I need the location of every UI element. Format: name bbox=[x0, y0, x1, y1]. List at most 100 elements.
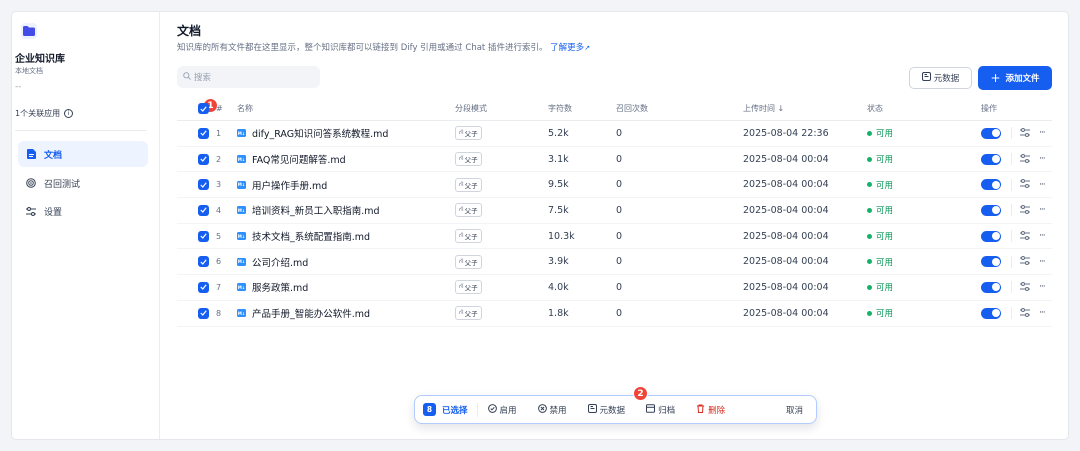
row-checkbox[interactable] bbox=[198, 198, 209, 223]
checkbox-checked-icon bbox=[198, 153, 209, 165]
chunk-mode-badge: ⛙ 父子 bbox=[455, 229, 482, 244]
sidebar-item-retrieval-test[interactable]: 召回测试 bbox=[18, 170, 148, 196]
more-icon[interactable]: ··· bbox=[1039, 205, 1046, 215]
status-dot-icon bbox=[867, 233, 872, 239]
settings-icon[interactable] bbox=[1020, 179, 1030, 190]
column-index: # bbox=[216, 104, 223, 113]
more-icon[interactable]: ··· bbox=[1039, 308, 1046, 318]
enable-toggle[interactable] bbox=[981, 281, 1001, 293]
row-actions: ··· bbox=[981, 121, 1046, 146]
row-checkbox[interactable] bbox=[198, 301, 209, 326]
archive-button[interactable]: 归档 bbox=[646, 403, 675, 416]
enable-toggle[interactable] bbox=[981, 230, 1001, 242]
parent-child-icon: ⛙ bbox=[459, 308, 464, 317]
row-checkbox[interactable] bbox=[198, 275, 209, 300]
settings-icon[interactable] bbox=[1020, 153, 1030, 165]
parent-child-icon: ⛙ bbox=[459, 154, 464, 163]
sidebar-item-label: 召回测试 bbox=[44, 179, 81, 190]
file-name-link[interactable]: M↓ 技术文档_系统配置指南.md bbox=[237, 224, 370, 249]
file-name-link[interactable]: M↓ 公司介绍.md bbox=[237, 249, 308, 274]
chunk-mode: ⛙ 父子 bbox=[455, 224, 482, 249]
row-checkbox[interactable] bbox=[198, 172, 209, 197]
learn-more-link[interactable]: 了解更多↗ bbox=[550, 43, 590, 53]
more-icon[interactable]: ··· bbox=[1039, 128, 1046, 138]
more-icon[interactable]: ··· bbox=[1039, 282, 1046, 292]
column-hits: 召回次数 bbox=[616, 104, 648, 113]
actions-divider bbox=[1011, 178, 1012, 191]
status-label: 可用 bbox=[876, 129, 894, 140]
checkbox-checked-icon bbox=[198, 281, 209, 293]
enable-toggle[interactable] bbox=[981, 204, 1001, 216]
enable-toggle[interactable] bbox=[981, 179, 1001, 191]
status-label: 可用 bbox=[876, 155, 894, 166]
row-checkbox[interactable] bbox=[198, 224, 209, 249]
sidebar-item-settings[interactable]: 设置 bbox=[18, 198, 148, 224]
add-file-button[interactable]: + 添加文件 bbox=[978, 66, 1052, 90]
row-checkbox[interactable] bbox=[198, 121, 209, 146]
status-dot-icon bbox=[867, 284, 872, 290]
file-name-link[interactable]: M↓ 培训资料_新员工入职指南.md bbox=[237, 198, 380, 223]
table-row[interactable]: 2 M↓ FAQ常见问题解答.md ⛙ 父子 3.1k 0 2025-08-04 … bbox=[177, 147, 1052, 173]
plus-icon: + bbox=[990, 71, 1001, 85]
status-label: 可用 bbox=[876, 309, 894, 320]
settings-icon[interactable] bbox=[1020, 127, 1030, 139]
enable-toggle[interactable] bbox=[981, 256, 1001, 268]
row-checkbox[interactable] bbox=[198, 249, 209, 274]
metadata-icon bbox=[921, 72, 931, 84]
table-row[interactable]: 5 M↓ 技术文档_系统配置指南.md ⛙ 父子 10.3k 0 2025-08-… bbox=[177, 224, 1052, 250]
settings-icon[interactable] bbox=[1020, 307, 1030, 319]
settings-icon[interactable] bbox=[1020, 204, 1030, 216]
more-icon[interactable]: ··· bbox=[1039, 257, 1046, 267]
enable-toggle[interactable] bbox=[981, 127, 1001, 139]
settings-icon[interactable] bbox=[1020, 230, 1030, 242]
file-name-link[interactable]: M↓ 服务政策.md bbox=[237, 275, 308, 300]
markdown-file-icon: M↓ bbox=[237, 129, 246, 138]
search-icon bbox=[183, 71, 191, 83]
select-all-checkbox[interactable] bbox=[198, 97, 209, 120]
batch-metadata-button[interactable]: 元数据 bbox=[587, 403, 625, 416]
file-name-link[interactable]: M↓ dify_RAG知识问答系统教程.md bbox=[237, 121, 388, 146]
settings-icon[interactable] bbox=[1020, 281, 1030, 293]
file-name-link[interactable]: M↓ 用户操作手册.md bbox=[237, 172, 327, 197]
external-link-icon: ↗ bbox=[584, 44, 591, 52]
column-chars: 字符数 bbox=[548, 104, 572, 113]
cancel-button[interactable]: 取消 bbox=[786, 404, 803, 416]
search-input[interactable]: 搜索 bbox=[177, 66, 320, 88]
more-icon[interactable]: ··· bbox=[1039, 231, 1046, 241]
linked-apps[interactable]: 1个关联应用 i bbox=[15, 108, 74, 119]
more-icon[interactable]: ··· bbox=[1039, 180, 1046, 190]
file-name-link[interactable]: M↓ 产品手册_智能办公软件.md bbox=[237, 301, 370, 326]
file-name-link[interactable]: M↓ FAQ常见问题解答.md bbox=[237, 147, 346, 172]
enable-button[interactable]: 启用 bbox=[487, 403, 517, 416]
row-index: 6 bbox=[216, 257, 222, 267]
sidebar-item-documents[interactable]: 文档 bbox=[18, 141, 148, 167]
actions-divider bbox=[1011, 307, 1012, 320]
actions-divider bbox=[1011, 281, 1012, 294]
row-actions: ··· bbox=[981, 198, 1046, 223]
column-uploaded[interactable]: 上传时间 ↓ bbox=[743, 97, 784, 120]
enable-toggle[interactable] bbox=[981, 153, 1001, 165]
status-badge: 可用 bbox=[867, 224, 893, 249]
info-icon[interactable]: i bbox=[64, 109, 74, 118]
metadata-button-label: 元数据 bbox=[933, 74, 960, 84]
chunk-mode-label: 父子 bbox=[464, 207, 478, 216]
markdown-file-icon: M↓ bbox=[237, 257, 246, 266]
table-row[interactable]: 1 M↓ dify_RAG知识问答系统教程.md ⛙ 父子 5.2k 0 2025… bbox=[177, 121, 1052, 147]
row-checkbox[interactable] bbox=[198, 147, 209, 172]
enable-toggle[interactable] bbox=[981, 307, 1001, 319]
settings-icon[interactable] bbox=[1020, 256, 1030, 267]
more-icon[interactable]: ··· bbox=[1039, 154, 1046, 164]
disable-button[interactable]: 禁用 bbox=[537, 403, 567, 416]
column-name[interactable]: 名称 bbox=[237, 97, 253, 120]
table-row[interactable]: 6 M↓ 公司介绍.md ⛙ 父子 3.9k 0 2025-08-04 00:04… bbox=[177, 249, 1052, 276]
table-row[interactable]: 4 M↓ 培训资料_新员工入职指南.md ⛙ 父子 7.5k 0 2025-08-… bbox=[177, 198, 1052, 224]
metadata-button[interactable]: 元数据 bbox=[909, 67, 972, 89]
chunk-mode-badge: ⛙ 父子 bbox=[455, 280, 482, 295]
delete-button[interactable]: 删除 bbox=[696, 404, 725, 416]
table-row[interactable]: 7 M↓ 服务政策.md ⛙ 父子 4.0k 0 2025-08-04 00:04… bbox=[177, 275, 1052, 301]
char-count: 9.5k bbox=[548, 179, 569, 191]
markdown-file-icon: M↓ bbox=[237, 180, 246, 189]
table-row[interactable]: 8 M↓ 产品手册_智能办公软件.md ⛙ 父子 1.8k 0 2025-08-0… bbox=[177, 301, 1052, 327]
batch-divider bbox=[476, 402, 478, 417]
table-row[interactable]: 3 M↓ 用户操作手册.md ⛙ 父子 9.5k 0 2025-08-04 00:… bbox=[177, 172, 1052, 199]
